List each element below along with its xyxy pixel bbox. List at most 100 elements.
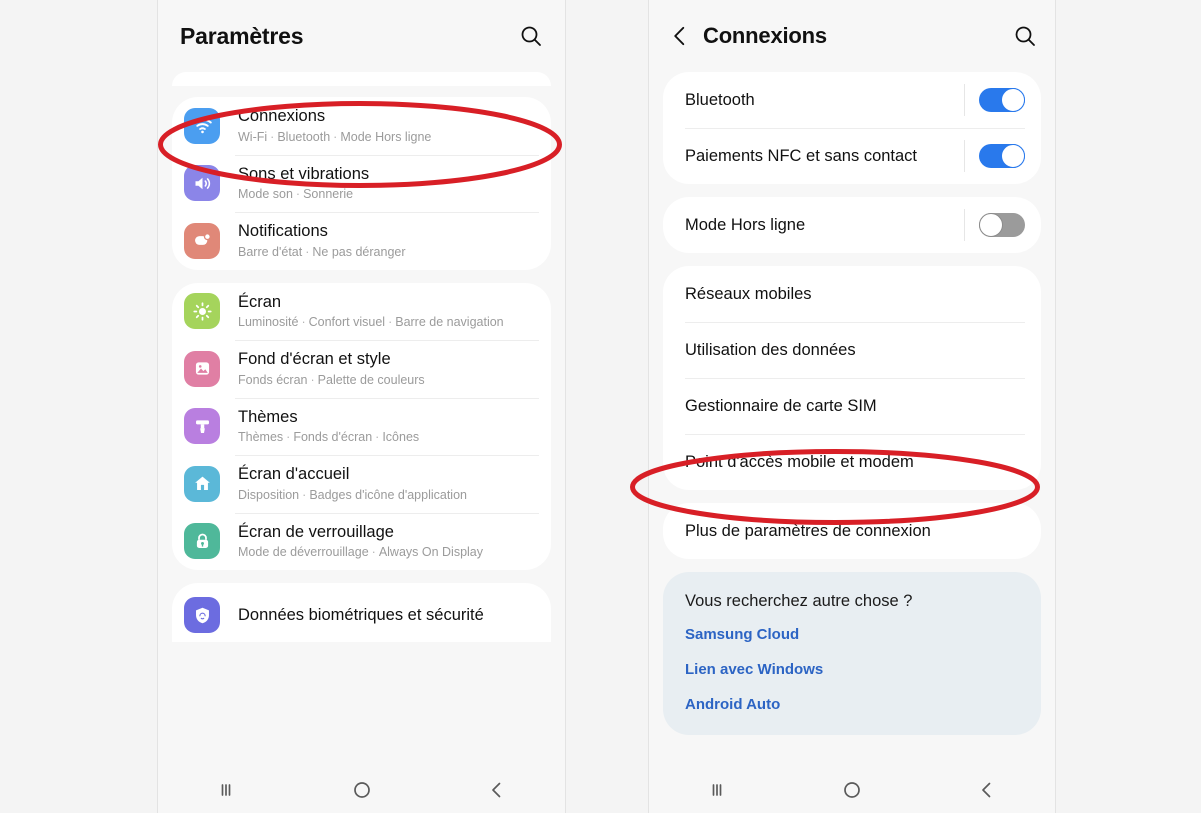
- back-chevron-icon: [492, 782, 501, 798]
- list-item-nfc[interactable]: Paiements NFC et sans contact: [663, 128, 1041, 184]
- card-airplane-mode: Mode Hors ligne: [663, 197, 1041, 253]
- sidebar-item-label: Thèmes: [238, 407, 298, 426]
- sidebar-item-themes[interactable]: Thèmes Thèmes · Fonds d'écran · Icônes: [172, 397, 551, 456]
- connections-list: Bluetooth Paiements NFC et sans contact …: [649, 72, 1055, 735]
- list-item-label: Gestionnaire de carte SIM: [685, 396, 877, 415]
- sidebar-item-label: Sons et vibrations: [238, 164, 370, 183]
- paint-brush-icon: [184, 408, 220, 445]
- sidebar-item-label: Notifications: [238, 222, 328, 240]
- sidebar-item-subtitle: Mode de déverrouillage · Always On Display: [238, 545, 484, 560]
- sidebar-item-label: Écran: [238, 292, 282, 311]
- list-item-label: Point d'accès mobile et modem: [685, 452, 914, 471]
- card-network-links: Réseaux mobiles Utilisation des données …: [663, 266, 1041, 490]
- page-title: Paramètres: [180, 22, 304, 49]
- card-more-settings: Plus de paramètres de connexion: [663, 503, 1041, 559]
- home-button[interactable]: [784, 767, 919, 813]
- sidebar-item-donnees-biometriques[interactable]: Données biométriques et sécurité: [172, 583, 551, 642]
- list-item-point-dacces-mobile-et-modem[interactable]: Point d'accès mobile et modem: [663, 434, 1041, 490]
- android-navigation-bar: [649, 767, 1055, 813]
- sidebar-item-label: Écran d'accueil: [238, 465, 350, 483]
- fingerprint-shield-icon: [184, 597, 220, 633]
- wallpaper-image-icon: [184, 350, 220, 387]
- sidebar-item-subtitle: Mode son · Sonnerie: [238, 187, 354, 202]
- recents-icon: [712, 784, 722, 796]
- sidebar-item-text: Écran d'accueil Disposition · Badges d'icô…: [238, 464, 467, 504]
- home-button[interactable]: [294, 767, 430, 813]
- sidebar-item-label: Connexions: [238, 107, 326, 125]
- sidebar-item-text: Écran Luminosité · Confort visuel · Barre de…: [238, 292, 504, 332]
- search-icon[interactable]: [1013, 24, 1037, 48]
- list-item-label: Plus de paramètres de connexion: [685, 521, 931, 540]
- toggle-wrap: [964, 209, 1025, 241]
- home-icon: [184, 465, 220, 502]
- suggestion-link-samsung-cloud[interactable]: Samsung Cloud: [685, 626, 1019, 643]
- sidebar-item-subtitle: Disposition · Badges d'icône d'application: [238, 487, 467, 502]
- sidebar-item-text: Fond d'écran et style Fonds écran · Palett…: [238, 349, 425, 389]
- sidebar-item-ecran[interactable]: Écran Luminosité · Confort visuel · Barre de…: [172, 283, 551, 341]
- sidebar-item-label: Écran de verrouillage: [238, 522, 394, 541]
- settings-card-display: Écran Luminosité · Confort visuel · Barre de…: [172, 282, 551, 571]
- list-item-gestionnaire-carte-sim[interactable]: Gestionnaire de carte SIM: [663, 378, 1041, 434]
- list-item-utilisation-des-donnees[interactable]: Utilisation des données: [663, 322, 1041, 378]
- sidebar-item-notifications[interactable]: Notifications Barre d'état · Ne pas dérang…: [172, 212, 551, 270]
- card-partial-top: [172, 72, 551, 86]
- toggle-knob: [979, 213, 1003, 237]
- list-item-label: Réseaux mobiles: [685, 284, 812, 303]
- sidebar-item-text: Données biométriques et sécurité: [238, 605, 484, 626]
- settings-phone-panel: Paramètres Connexions Wi-Fi · Bluetooth …: [157, 0, 566, 813]
- sidebar-item-text: Écran de verrouillage Mode de déverrouil…: [238, 522, 483, 562]
- airplane-mode-toggle[interactable]: [979, 213, 1025, 237]
- list-item-label: Mode Hors ligne: [685, 215, 806, 234]
- back-chevron-icon[interactable]: [667, 23, 693, 49]
- bluetooth-toggle[interactable]: [979, 88, 1025, 112]
- sidebar-item-ecran-de-verrouillage[interactable]: Écran de verrouillage Mode de déverrouil…: [172, 512, 551, 571]
- search-icon[interactable]: [519, 24, 543, 48]
- recents-button[interactable]: [158, 767, 294, 813]
- card-wireless-toggles: Bluetooth Paiements NFC et sans contact: [663, 72, 1041, 184]
- settings-list: Connexions Wi-Fi · Bluetooth · Mode Hors lig…: [158, 72, 565, 642]
- suggestion-link-android-auto[interactable]: Android Auto: [685, 696, 1019, 713]
- sidebar-item-sons-et-vibrations[interactable]: Sons et vibrations Mode son · Sonnerie: [172, 154, 551, 213]
- wifi-icon: [184, 107, 220, 144]
- card-suggestions: Vous recherchez autre chose ? Samsung Cl…: [663, 572, 1041, 735]
- sidebar-item-subtitle: Wi-Fi · Bluetooth · Mode Hors ligne: [238, 129, 432, 144]
- settings-card-security: Données biométriques et sécurité: [172, 583, 551, 642]
- list-item-label: Paiements NFC et sans contact: [685, 146, 918, 165]
- sidebar-item-text: Connexions Wi-Fi · Bluetooth · Mode Hors lig…: [238, 106, 431, 146]
- nfc-toggle[interactable]: [979, 144, 1025, 168]
- toggle-knob: [1001, 144, 1025, 168]
- home-circle-icon: [353, 782, 370, 798]
- back-button[interactable]: [429, 767, 565, 813]
- sidebar-item-label: Fond d'écran et style: [238, 350, 391, 368]
- sidebar-item-subtitle: Fonds écran · Palette de couleurs: [238, 372, 425, 387]
- list-item-mode-hors-ligne[interactable]: Mode Hors ligne: [663, 197, 1041, 253]
- toggle-wrap: [964, 140, 1025, 172]
- recents-button[interactable]: [649, 767, 784, 813]
- page-title: Connexions: [703, 23, 827, 48]
- sidebar-item-fond-decran-et-style[interactable]: Fond d'écran et style Fonds écran · Palett…: [172, 340, 551, 398]
- back-button[interactable]: [920, 767, 1055, 813]
- brightness-icon: [184, 293, 220, 330]
- sidebar-item-ecran-daccueil[interactable]: Écran d'accueil Disposition · Badges d'icô…: [172, 455, 551, 513]
- lock-icon: [184, 523, 220, 560]
- list-item-plus-de-parametres-de-connexion[interactable]: Plus de paramètres de connexion: [663, 503, 1041, 559]
- list-item-label: Bluetooth: [685, 90, 755, 109]
- recents-icon: [221, 784, 231, 796]
- suggestion-link-lien-avec-windows[interactable]: Lien avec Windows: [685, 661, 1019, 678]
- settings-header: Paramètres: [158, 0, 565, 72]
- suggestions-title: Vous recherchez autre chose ?: [685, 592, 913, 610]
- toggle-wrap: [964, 84, 1025, 116]
- sidebar-item-connexions[interactable]: Connexions Wi-Fi · Bluetooth · Mode Hors lig…: [172, 97, 551, 155]
- settings-card-connectivity: Connexions Wi-Fi · Bluetooth · Mode Hors lig…: [172, 97, 551, 270]
- notification-bubble-icon: [184, 222, 220, 259]
- volume-icon: [184, 165, 220, 202]
- sidebar-item-label: Données biométriques et sécurité: [238, 605, 484, 624]
- back-chevron-icon: [982, 782, 991, 798]
- sidebar-item-text: Sons et vibrations Mode son · Sonnerie: [238, 164, 369, 204]
- list-item-reseaux-mobiles[interactable]: Réseaux mobiles: [663, 266, 1041, 322]
- home-circle-icon: [844, 782, 860, 798]
- sidebar-item-text: Notifications Barre d'état · Ne pas dérang…: [238, 221, 406, 261]
- connections-phone-panel: Connexions Bluetooth Paiements NFC et sa…: [648, 0, 1056, 813]
- list-item-bluetooth[interactable]: Bluetooth: [663, 72, 1041, 128]
- list-item-label: Utilisation des données: [685, 340, 856, 359]
